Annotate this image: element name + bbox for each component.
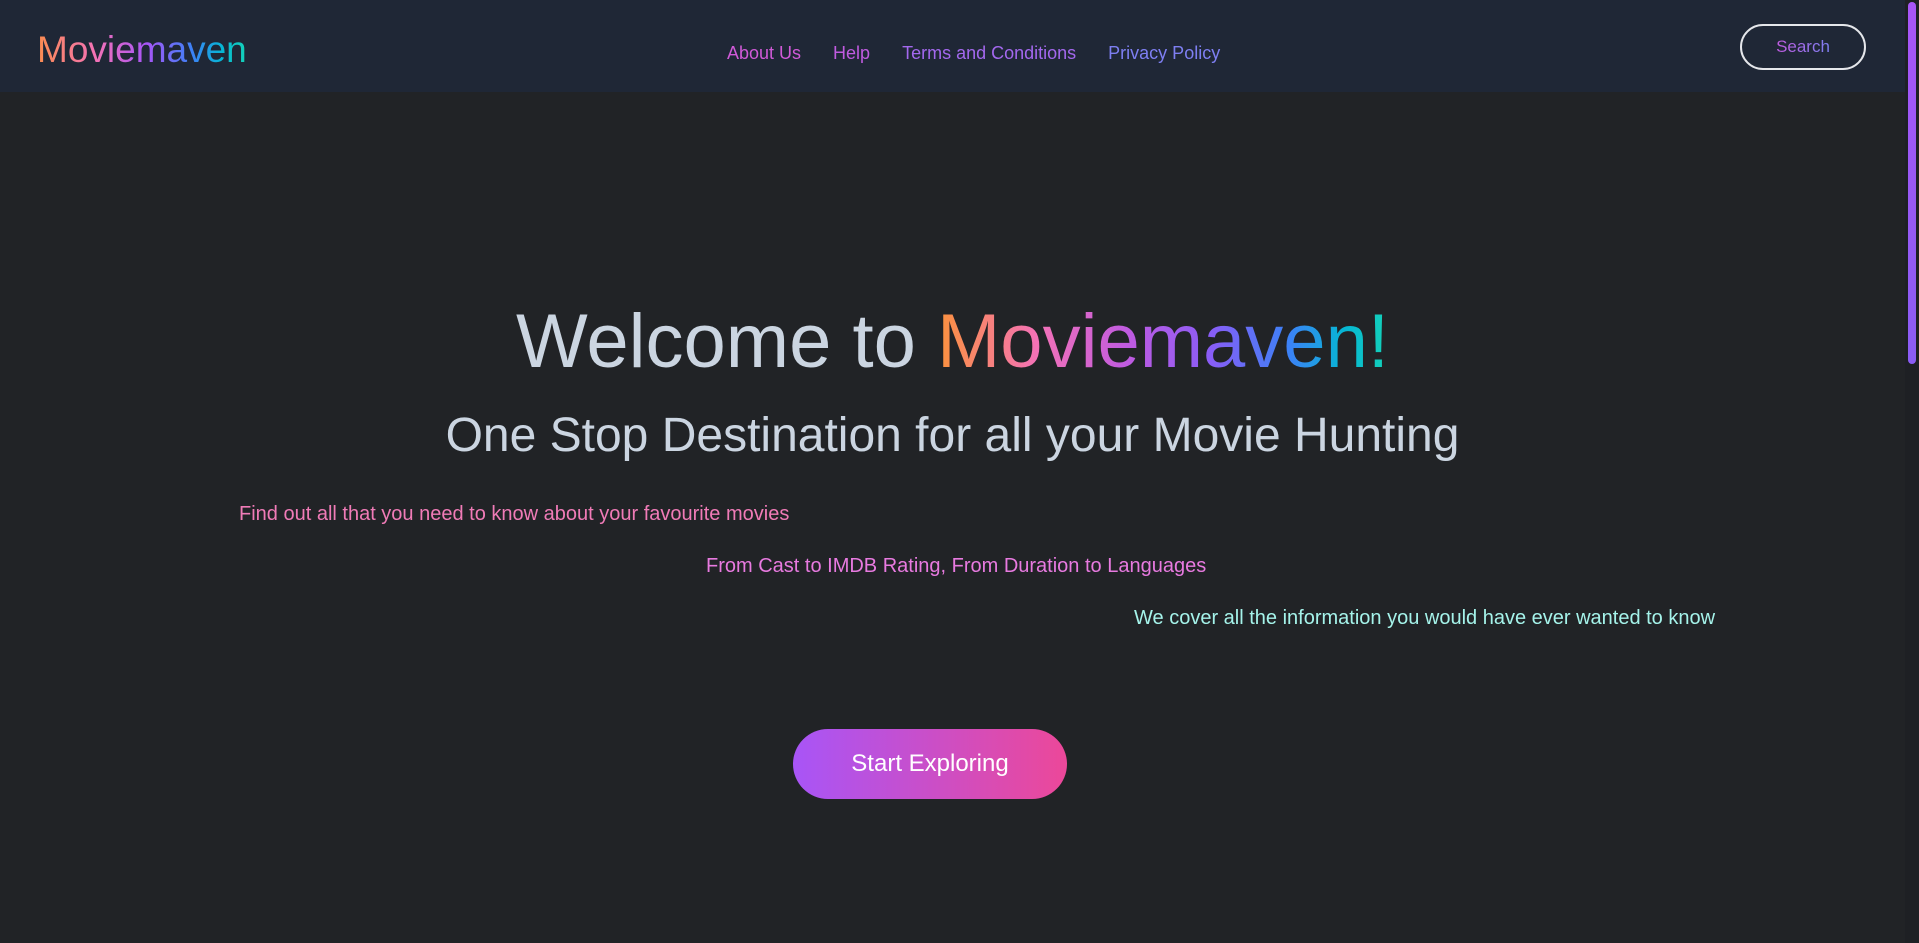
hero-line-1: Find out all that you need to know about… xyxy=(239,503,790,525)
hero-line-3: We cover all the information you would h… xyxy=(1134,607,1716,629)
hero-line-2: From Cast to IMDB Rating, From Duration … xyxy=(706,555,1207,577)
hero-title: Welcome to Moviemaven! xyxy=(0,298,1905,386)
hero-title-brand: Moviemaven! xyxy=(937,299,1389,384)
nav-link-help[interactable]: Help xyxy=(833,42,870,64)
navbar: Moviemaven About Us Help Terms and Condi… xyxy=(0,0,1905,92)
search-button[interactable]: Search xyxy=(1740,24,1866,70)
page: Moviemaven About Us Help Terms and Condi… xyxy=(0,0,1919,943)
vertical-scrollbar[interactable] xyxy=(1905,0,1919,943)
nav-link-terms[interactable]: Terms and Conditions xyxy=(902,42,1076,64)
nav-link-privacy-policy[interactable]: Privacy Policy xyxy=(1108,42,1220,64)
scrollbar-thumb[interactable] xyxy=(1908,2,1916,364)
nav-links: About Us Help Terms and Conditions Priva… xyxy=(727,42,1220,64)
hero-subtitle: One Stop Destination for all your Movie … xyxy=(445,409,1460,462)
brand-logo[interactable]: Moviemaven xyxy=(37,28,247,72)
hero-title-prefix: Welcome to xyxy=(516,299,937,384)
nav-link-about-us[interactable]: About Us xyxy=(727,42,801,64)
start-exploring-button[interactable]: Start Exploring xyxy=(793,729,1067,799)
search-button-label: Search xyxy=(1776,37,1830,56)
